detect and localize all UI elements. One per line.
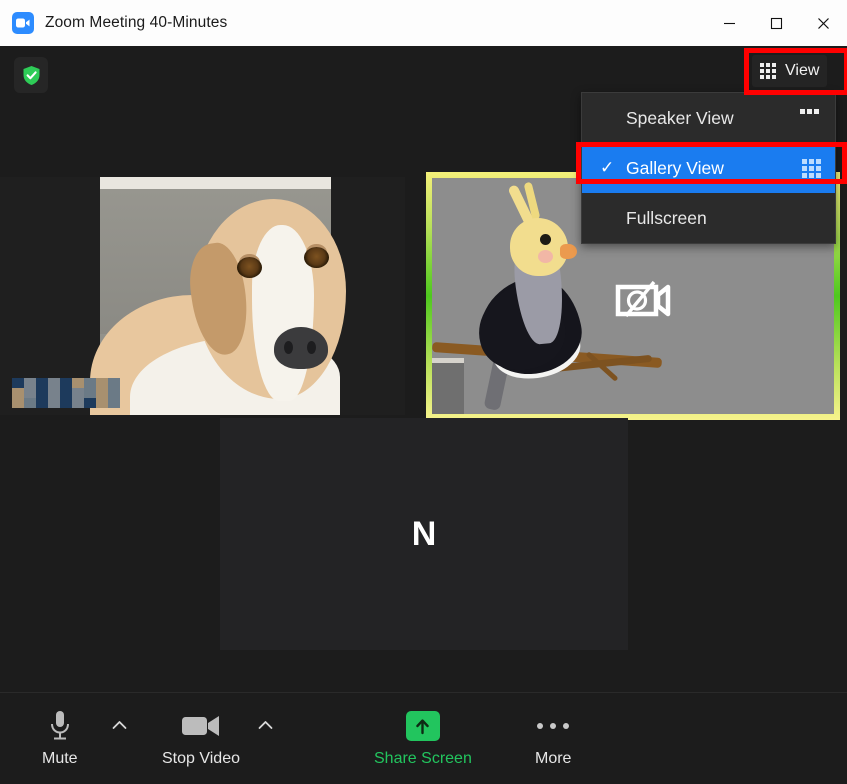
dog-video-feed (90, 177, 346, 415)
ellipsis-icon (537, 709, 570, 743)
mute-options-chevron-icon[interactable] (112, 717, 127, 734)
view-button-label: View (785, 62, 820, 79)
camera-icon (182, 709, 220, 743)
mute-button[interactable]: Mute (42, 709, 78, 768)
menu-item-fullscreen-label: Fullscreen (626, 207, 707, 228)
grid-3x3-icon (760, 63, 776, 79)
maximize-icon[interactable] (753, 0, 800, 46)
video-options-chevron-icon[interactable] (258, 717, 273, 734)
more-button[interactable]: More (535, 709, 571, 768)
more-label: More (535, 750, 572, 767)
menu-item-speaker-view-label: Speaker View (626, 107, 734, 128)
avatar-letter: N (411, 514, 437, 553)
share-screen-button[interactable]: Share Screen (374, 709, 472, 768)
share-up-arrow-icon (405, 709, 440, 743)
close-icon[interactable] (800, 0, 847, 46)
view-button[interactable]: View (752, 55, 828, 87)
title-bar: Zoom Meeting 40-Minutes (0, 0, 847, 46)
zoom-meeting-window: Zoom Meeting 40-Minutes N Speaker View ✓… (0, 0, 847, 784)
minimize-icon[interactable] (706, 0, 753, 46)
green-shield-check-icon[interactable] (14, 57, 48, 93)
zoom-camera-icon (12, 12, 34, 34)
microphone-icon (49, 709, 71, 743)
stop-video-label: Stop Video (162, 750, 240, 767)
window-controls (706, 0, 847, 46)
speaker-layout-icon (800, 108, 821, 128)
stop-video-button[interactable]: Stop Video (162, 709, 240, 768)
participant-tile-n[interactable]: N (220, 418, 628, 650)
participant-name-blurred (12, 378, 120, 408)
annotation-highlight-gallery-view (576, 142, 847, 184)
title-bar-left: Zoom Meeting 40-Minutes (0, 12, 706, 34)
window-title: Zoom Meeting 40-Minutes (45, 14, 228, 31)
share-screen-label: Share Screen (374, 750, 472, 767)
menu-item-fullscreen[interactable]: Fullscreen (582, 193, 835, 243)
camera-off-icon (614, 276, 672, 324)
mute-label: Mute (42, 750, 78, 767)
meeting-toolbar: Mute Stop Video Share Screen More (0, 692, 847, 784)
menu-item-speaker-view[interactable]: Speaker View (582, 93, 835, 143)
